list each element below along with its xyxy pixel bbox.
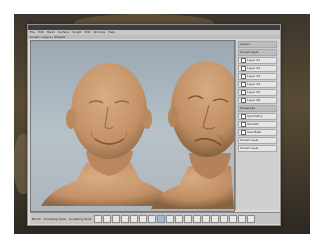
layer-row[interactable]: Layer 04 bbox=[238, 81, 277, 88]
tab-sculpt[interactable]: Sculpt bbox=[30, 35, 39, 39]
sculpt-tool-icon[interactable] bbox=[103, 214, 112, 223]
tab-row: Sculpt Layers / Shapes bbox=[28, 35, 280, 39]
head-model-grimacing[interactable] bbox=[151, 61, 234, 209]
sculpt-tool-icon[interactable] bbox=[220, 214, 229, 223]
sculpt-tool-icon[interactable] bbox=[184, 214, 193, 223]
menu-sculpt[interactable]: Sculpt bbox=[72, 30, 81, 35]
checkbox-icon[interactable] bbox=[241, 82, 246, 87]
sculpt-tool-icon[interactable] bbox=[202, 214, 211, 223]
sculpt-tool-icon[interactable] bbox=[157, 214, 166, 223]
option-row[interactable]: Smooth bbox=[238, 121, 277, 128]
panel-header: Layers bbox=[238, 41, 277, 48]
checkbox-icon[interactable] bbox=[241, 90, 246, 95]
checkbox-icon[interactable] bbox=[241, 66, 246, 71]
extra-row[interactable]: Sculpt Layer bbox=[238, 137, 277, 144]
sculpt-tool-icon[interactable] bbox=[211, 214, 220, 223]
sculpt-tool-icon[interactable] bbox=[229, 214, 238, 223]
toolbar-label: Sculpting Tools bbox=[43, 216, 67, 221]
toolbar-label: Sculpting Tools bbox=[69, 216, 92, 221]
sculpt-tool-icon[interactable] bbox=[166, 214, 175, 223]
layer-row[interactable]: Layer 06 bbox=[238, 97, 277, 104]
checkbox-icon[interactable] bbox=[241, 74, 246, 79]
sculpt-tool-icon[interactable] bbox=[112, 214, 121, 223]
sculpt-tool-icon[interactable] bbox=[130, 214, 139, 223]
option-row[interactable]: Use Mask bbox=[238, 129, 277, 136]
checkbox-icon[interactable] bbox=[241, 130, 246, 135]
layer-row[interactable]: Layer 01 bbox=[238, 57, 277, 64]
tab-layers[interactable]: Layers / Shapes bbox=[41, 35, 65, 39]
option-row[interactable]: Symmetry bbox=[238, 113, 277, 120]
checkbox-icon[interactable] bbox=[241, 122, 246, 127]
right-panel: Layers Sculpt Layer Layer 01 Layer 02 La… bbox=[235, 40, 279, 210]
layer-row[interactable]: Layer 03 bbox=[238, 73, 277, 80]
sculpt-tool-icon[interactable] bbox=[193, 214, 202, 223]
checkbox-icon[interactable] bbox=[241, 114, 246, 119]
sculpt-tool-icon[interactable] bbox=[247, 214, 256, 223]
sculpt-tool-icon[interactable] bbox=[139, 214, 148, 223]
sculpt-tool-icon[interactable] bbox=[121, 214, 130, 223]
sculpt-tool-icon[interactable] bbox=[94, 214, 103, 223]
3d-viewport[interactable] bbox=[30, 40, 235, 212]
checkbox-icon[interactable] bbox=[241, 58, 246, 63]
bottom-toolbar: Brush Sculpting Tools Sculpting Tools bbox=[30, 212, 280, 224]
layer-row[interactable]: Layer 05 bbox=[238, 89, 277, 96]
app-window: File Edit Mesh Surface Sculpt Edit Windo… bbox=[27, 24, 281, 226]
toolbar-label: Brush bbox=[32, 216, 41, 221]
extra-row[interactable]: Sculpt Layer bbox=[238, 145, 277, 152]
head-model-smiling[interactable] bbox=[41, 63, 173, 206]
sculpt-tool-icon[interactable] bbox=[238, 214, 247, 223]
menu-edit-2[interactable]: Edit bbox=[85, 30, 91, 35]
checkbox-icon[interactable] bbox=[241, 98, 246, 103]
sculpt-tool-icon[interactable] bbox=[175, 214, 184, 223]
menu-help[interactable]: Help bbox=[108, 30, 115, 35]
viewport-canvas bbox=[41, 61, 234, 209]
sculpt-tool-icon[interactable] bbox=[148, 214, 157, 223]
panel-section-label: Sculpt Layer bbox=[238, 49, 277, 56]
layer-row[interactable]: Layer 02 bbox=[238, 65, 277, 72]
properties-header: Properties bbox=[238, 105, 277, 112]
menu-window[interactable]: Window bbox=[93, 30, 105, 35]
